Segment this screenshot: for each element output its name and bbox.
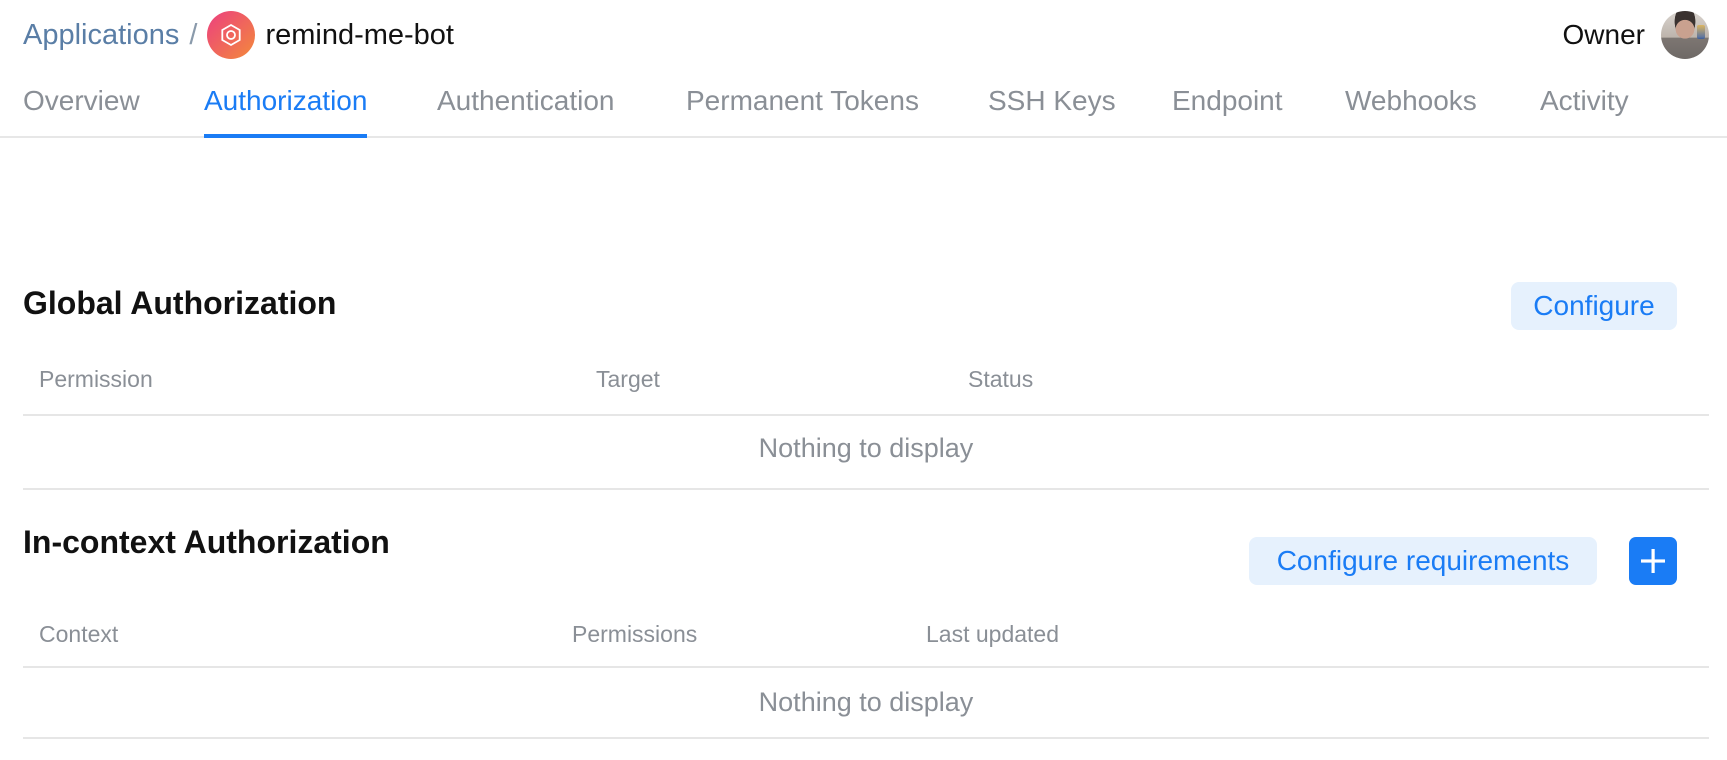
- tab-overview[interactable]: Overview: [23, 84, 140, 136]
- tab-authentication[interactable]: Authentication: [437, 84, 614, 136]
- column-header-permission[interactable]: Permission: [39, 366, 153, 393]
- column-header-context[interactable]: Context: [39, 621, 118, 648]
- hexagon-ring-icon: [221, 23, 242, 47]
- table-header-divider: [23, 414, 1709, 416]
- column-header-status[interactable]: Status: [968, 366, 1033, 393]
- configure-button[interactable]: Configure: [1511, 282, 1677, 330]
- plus-icon: [1641, 549, 1665, 573]
- breadcrumb: Applications / remind-me-bot: [23, 10, 454, 60]
- in-context-authorization-table: Context Permissions Last updated Nothing…: [23, 615, 1709, 745]
- app-logo: [207, 11, 256, 59]
- app-authorization-page: Applications / remind-me-bot Owner Overv…: [0, 0, 1727, 760]
- add-context-button[interactable]: [1629, 537, 1677, 585]
- global-authorization-title: Global Authorization: [23, 285, 337, 321]
- configure-requirements-button[interactable]: Configure requirements: [1249, 537, 1597, 585]
- avatar[interactable]: [1661, 11, 1709, 59]
- table-bottom-divider: [23, 488, 1709, 490]
- tab-permanent-tokens[interactable]: Permanent Tokens: [686, 84, 919, 136]
- user-role: Owner: [1562, 19, 1645, 50]
- tab-endpoint[interactable]: Endpoint: [1172, 84, 1283, 136]
- breadcrumb-separator: /: [189, 18, 198, 51]
- empty-state-message: Nothing to display: [758, 433, 974, 463]
- tab-ssh-keys[interactable]: SSH Keys: [988, 84, 1116, 136]
- breadcrumb-applications-link[interactable]: Applications: [23, 19, 179, 52]
- empty-state-message: Nothing to display: [758, 687, 974, 717]
- tab-activity[interactable]: Activity: [1540, 84, 1629, 136]
- user-menu[interactable]: Owner: [1563, 11, 1709, 59]
- in-context-authorization-title: In-context Authorization: [23, 524, 390, 560]
- table-header-divider: [23, 666, 1709, 668]
- table-bottom-divider: [23, 737, 1709, 739]
- global-authorization-table: Permission Target Status Nothing to disp…: [23, 360, 1709, 492]
- tab-authorization[interactable]: Authorization: [204, 84, 368, 138]
- column-header-target[interactable]: Target: [596, 366, 660, 393]
- tab-bar: Overview Authorization Authentication Pe…: [0, 84, 1727, 138]
- column-header-last-updated[interactable]: Last updated: [926, 621, 1059, 648]
- app-name: remind-me-bot: [265, 18, 454, 51]
- tab-webhooks[interactable]: Webhooks: [1345, 84, 1477, 136]
- column-header-permissions[interactable]: Permissions: [572, 621, 697, 648]
